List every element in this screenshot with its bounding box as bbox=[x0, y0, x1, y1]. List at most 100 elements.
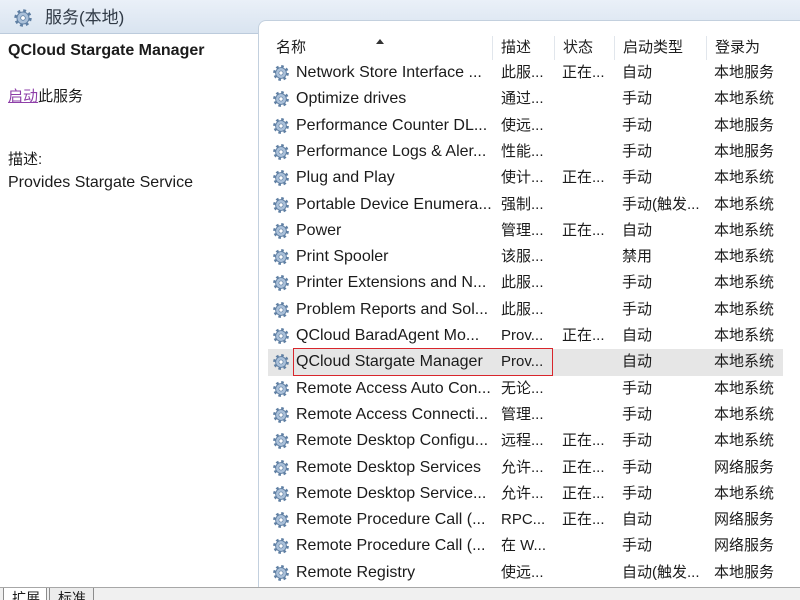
service-gear-icon bbox=[272, 432, 290, 450]
service-row[interactable]: Remote Desktop Service... 允许... 正在... 手动 本地系… bbox=[268, 481, 783, 507]
service-log-on-as-cell: 本地系统 bbox=[714, 195, 775, 213]
column-header-status[interactable]: 状态 bbox=[555, 36, 615, 60]
service-status-cell: 正在... bbox=[562, 432, 605, 450]
service-description-cell: 无论... bbox=[501, 379, 544, 397]
service-row[interactable]: Problem Reports and Sol... 此服... 手动 本地系统 bbox=[268, 297, 783, 323]
service-row[interactable]: Performance Counter DL... 使远... 手动 本地服务 bbox=[268, 113, 783, 139]
column-header-startup-type[interactable]: 启动类型 bbox=[615, 36, 707, 60]
service-startup-type-cell: 手动 bbox=[622, 90, 653, 108]
service-log-on-as-cell: 本地系统 bbox=[714, 484, 775, 502]
service-gear-icon bbox=[272, 327, 290, 345]
service-startup-type-cell: 手动 bbox=[622, 142, 653, 160]
tab-extended[interactable]: 扩展 bbox=[3, 588, 47, 600]
description-label: 描述: bbox=[8, 151, 43, 168]
service-gear-icon bbox=[272, 90, 290, 108]
service-row[interactable]: Remote Access Auto Con... 无论... 手动 本地系统 bbox=[268, 376, 783, 402]
service-gear-icon bbox=[272, 222, 290, 240]
service-status-cell bbox=[562, 113, 618, 139]
service-gear-icon bbox=[272, 64, 290, 82]
service-row[interactable]: Portable Device Enumera... 强制... 手动(触发... 本… bbox=[268, 192, 783, 218]
service-log-on-as-cell: 网络服务 bbox=[714, 511, 775, 529]
service-gear-icon bbox=[272, 196, 290, 214]
service-row[interactable]: Performance Logs & Aler... 性能... 手动 本地服务 bbox=[268, 139, 783, 165]
service-name-cell: Remote Procedure Call (... bbox=[296, 511, 486, 529]
service-startup-type-cell: 自动(触发... bbox=[622, 563, 700, 581]
service-action-text: 此服务 bbox=[38, 88, 84, 105]
service-description-cell: 远程... bbox=[501, 432, 544, 450]
tab-standard[interactable]: 标准 bbox=[49, 588, 94, 600]
service-status-cell bbox=[562, 533, 618, 559]
service-description-cell: 使远... bbox=[501, 563, 544, 581]
service-row-selected[interactable]: QCloud Stargate Manager Prov... 自动 本地系统 bbox=[268, 349, 783, 376]
service-gear-icon bbox=[272, 169, 290, 187]
service-description-cell: 此服... bbox=[501, 300, 544, 318]
service-row[interactable]: Remote Procedure Call (... RPC... 正在... 自动 网… bbox=[268, 507, 783, 533]
service-name-cell: Portable Device Enumera... bbox=[296, 195, 492, 213]
service-startup-type-cell: 自动 bbox=[622, 64, 653, 81]
service-description-cell: 允许... bbox=[501, 484, 544, 502]
service-row[interactable]: Print Spooler 该服... 禁用 本地系统 bbox=[268, 244, 783, 270]
service-gear-icon bbox=[272, 459, 290, 477]
service-description-cell: 通过... bbox=[501, 90, 544, 108]
service-status-cell bbox=[562, 349, 618, 375]
service-row[interactable]: QCloud BaradAgent Mo... Prov... 正在... 自动 本地系… bbox=[268, 323, 783, 349]
service-name-cell: Remote Procedure Call (... bbox=[296, 537, 486, 555]
service-row[interactable]: Remote Procedure Call (... 在 W... 手动 网络服务 bbox=[268, 533, 783, 559]
service-name-cell: Remote Desktop Configu... bbox=[296, 432, 489, 450]
service-startup-type-cell: 手动 bbox=[622, 274, 653, 292]
service-name-cell: Network Store Interface ... bbox=[296, 64, 482, 81]
service-row[interactable]: Remote Access Connecti... 管理... 手动 本地系统 bbox=[268, 402, 783, 428]
sort-ascending-icon bbox=[376, 39, 384, 44]
service-startup-type-cell: 手动 bbox=[622, 537, 653, 555]
column-header-label: 描述 bbox=[501, 39, 532, 56]
service-startup-type-cell: 禁用 bbox=[622, 248, 653, 266]
gear-icon bbox=[13, 8, 33, 28]
service-status-cell bbox=[562, 86, 618, 112]
service-name-cell: Problem Reports and Sol... bbox=[296, 300, 489, 318]
service-gear-icon bbox=[272, 380, 290, 398]
service-log-on-as-cell: 本地系统 bbox=[714, 221, 775, 239]
service-row[interactable]: Network Store Interface ... 此服... 正在... 自动 本… bbox=[268, 60, 783, 86]
service-description-cell: 性能... bbox=[501, 142, 544, 160]
service-name-cell: Performance Logs & Aler... bbox=[296, 142, 487, 160]
column-header-name[interactable]: 名称 bbox=[268, 36, 493, 60]
service-name-cell: Remote Desktop Service... bbox=[296, 484, 487, 502]
service-row[interactable]: Remote Desktop Configu... 远程... 正在... 手动 本地系… bbox=[268, 428, 783, 454]
service-log-on-as-cell: 本地系统 bbox=[714, 300, 775, 318]
service-log-on-as-cell: 本地服务 bbox=[714, 64, 775, 81]
service-name-cell: Performance Counter DL... bbox=[296, 116, 488, 134]
service-row[interactable]: Power 管理... 正在... 自动 本地系统 bbox=[268, 218, 783, 244]
service-name-cell: Plug and Play bbox=[296, 169, 395, 187]
service-log-on-as-cell: 本地系统 bbox=[714, 379, 775, 397]
service-log-on-as-cell: 本地系统 bbox=[714, 90, 775, 108]
service-description-cell: 该服... bbox=[501, 248, 544, 266]
service-description-cell: 管理... bbox=[501, 221, 544, 239]
service-row[interactable]: Printer Extensions and N... 此服... 手动 本地系统 bbox=[268, 270, 783, 296]
service-status-cell: 正在... bbox=[562, 64, 605, 81]
service-row[interactable]: Remote Desktop Services 允许... 正在... 手动 网络服务 bbox=[268, 455, 783, 481]
column-header-label: 名称 bbox=[276, 39, 307, 56]
start-service-link[interactable]: 启动 bbox=[8, 88, 38, 105]
service-description-cell: Prov... bbox=[501, 327, 544, 344]
service-startup-type-cell: 自动 bbox=[622, 327, 653, 344]
service-row[interactable]: Optimize drives 通过... 手动 本地系统 bbox=[268, 86, 783, 112]
service-name-cell: Printer Extensions and N... bbox=[296, 274, 487, 292]
service-status-cell bbox=[562, 376, 618, 402]
service-rows: Network Store Interface ... 此服... 正在... 自动本… bbox=[259, 60, 800, 587]
column-header-description[interactable]: 描述 bbox=[493, 36, 555, 60]
service-startup-type-cell: 手动 bbox=[622, 379, 653, 397]
service-description-cell: 管理... bbox=[501, 405, 544, 423]
service-status-cell bbox=[562, 297, 618, 323]
service-row[interactable]: Remote Registry 使远... 自动(触发... 本地服务 bbox=[268, 560, 783, 586]
service-startup-type-cell: 自动 bbox=[622, 221, 653, 239]
service-name-cell: Remote Registry bbox=[296, 563, 416, 581]
service-row[interactable]: Plug and Play 使计... 正在... 手动 本地系统 bbox=[268, 165, 783, 191]
selected-service-name: QCloud Stargate Manager bbox=[8, 42, 205, 59]
service-log-on-as-cell: 本地系统 bbox=[714, 353, 775, 371]
service-name-cell: Remote Desktop Services bbox=[296, 458, 481, 476]
column-header-log-on-as[interactable]: 登录为 bbox=[707, 36, 800, 60]
service-gear-icon bbox=[272, 248, 290, 266]
service-gear-icon bbox=[272, 537, 290, 555]
services-list: 名称 描述 状态 启动类型 登录为 Network Store Interfac… bbox=[258, 20, 800, 587]
service-startup-type-cell: 手动 bbox=[622, 432, 653, 450]
